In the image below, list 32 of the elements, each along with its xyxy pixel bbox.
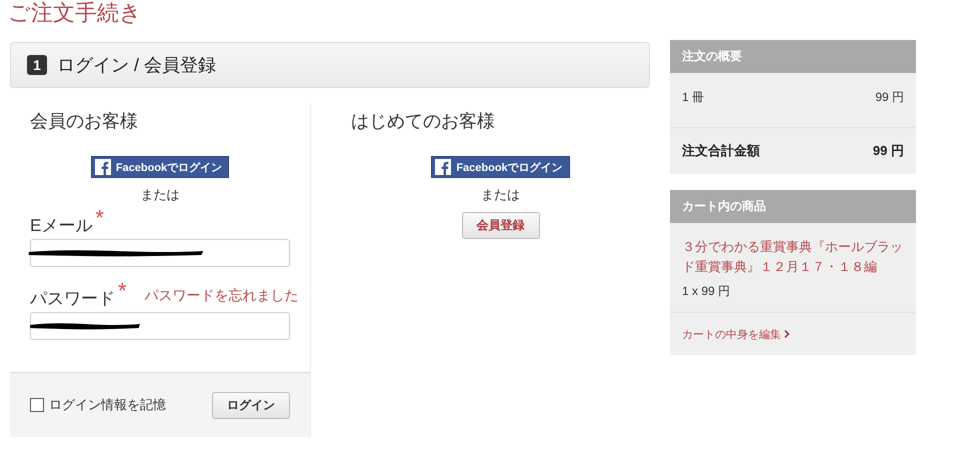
step-number: 1 [27, 55, 47, 75]
section-heading: はじめてのお客様 [351, 110, 496, 133]
forgot-password-link[interactable]: パスワードを忘れました [144, 287, 299, 305]
input-field[interactable] [30, 239, 290, 267]
product-link[interactable]: ３分でわかる重賞事典『ホールブラッド重賞事典』１２月１７・１８編 [682, 237, 904, 277]
step-title: ログイン / 会員登録 [57, 54, 216, 77]
facebook-login-button[interactable]: Facebookでログイン [90, 156, 230, 178]
edit-cart-link[interactable]: カートの中身を編集 [682, 326, 781, 342]
product-price: 1 x 99 円 [682, 283, 732, 300]
facebook-login-button[interactable]: Facebookでログイン [431, 156, 570, 178]
summary-label: 1 冊 [682, 89, 704, 106]
or-text: または [480, 186, 521, 204]
remember-checkbox[interactable] [30, 398, 44, 412]
summary-value: 99 円 [875, 89, 904, 106]
section-heading: 会員のお客様 [30, 110, 139, 133]
page-title: ご注文手続き [8, 0, 143, 26]
summary-label: 注文合計金額 [682, 142, 760, 160]
chevron-right-icon [784, 330, 790, 338]
input-field[interactable] [30, 312, 290, 340]
facebook-icon [435, 159, 452, 175]
register-button[interactable]: 会員登録 [462, 212, 540, 239]
facebook-icon [94, 159, 111, 175]
panel-header: カート内の商品 [670, 190, 916, 223]
checkbox-label: ログイン情報を記憶 [49, 396, 166, 414]
field-label: パスワード [30, 288, 115, 310]
required-mark: * [95, 208, 104, 228]
or-text: または [140, 186, 180, 204]
login-button[interactable]: ログイン [212, 392, 290, 418]
panel-header: 注文の概要 [670, 40, 916, 73]
summary-value: 99 円 [872, 142, 904, 160]
required-mark: * [118, 281, 127, 301]
field-label: Eメール [30, 215, 92, 237]
